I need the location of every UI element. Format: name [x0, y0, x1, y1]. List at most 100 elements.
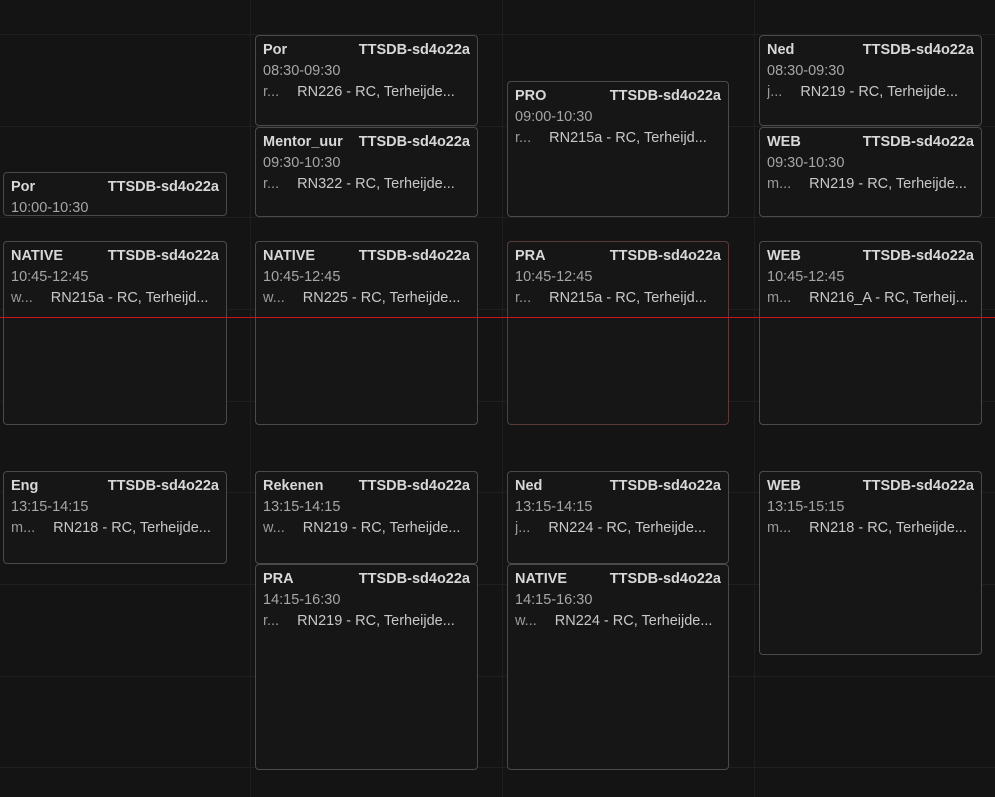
event-teacher: m... [767, 520, 792, 536]
event-room: RN219 - RC, Terheijde... [297, 613, 455, 629]
event-title: PRO [515, 88, 547, 104]
event-time: 10:45-12:45 [767, 269, 845, 285]
event-card[interactable]: Mentor_uur TTSDB-sd4o22a 09:30-10:30 r...… [255, 127, 478, 217]
event-class: TTSDB-sd4o22a [609, 88, 721, 104]
event-room: RN224 - RC, Terheijde... [548, 520, 706, 536]
event-time: 10:45-12:45 [263, 269, 341, 285]
event-class: TTSDB-sd4o22a [358, 248, 470, 264]
event-time: 08:30-09:30 [263, 63, 341, 79]
event-class: TTSDB-sd4o22a [609, 571, 721, 587]
event-class: TTSDB-sd4o22a [107, 248, 219, 264]
event-time: 13:15-14:15 [11, 499, 89, 515]
event-teacher: j... [767, 84, 783, 100]
event-card[interactable]: NATIVE TTSDB-sd4o22a 10:45-12:45 w... RN21… [3, 241, 227, 425]
event-card[interactable]: PRA TTSDB-sd4o22a 10:45-12:45 r... RN215a … [507, 241, 729, 425]
event-card[interactable]: WEB TTSDB-sd4o22a 09:30-10:30 m... RN219 -… [759, 127, 982, 217]
event-class: TTSDB-sd4o22a [358, 478, 470, 494]
event-card[interactable]: Eng TTSDB-sd4o22a 13:15-14:15 m... RN218 -… [3, 471, 227, 564]
event-time: 10:45-12:45 [515, 269, 593, 285]
grid-line [0, 767, 995, 768]
event-teacher: w... [263, 520, 285, 536]
event-teacher: r... [515, 130, 532, 146]
event-title: NATIVE [11, 248, 64, 264]
event-teacher: w... [11, 290, 33, 306]
event-time: 09:00-10:30 [515, 109, 593, 125]
grid-line [250, 0, 251, 797]
event-teacher: j... [515, 520, 531, 536]
event-title: Por [263, 42, 288, 58]
event-class: TTSDB-sd4o22a [862, 42, 974, 58]
event-teacher: m... [767, 176, 792, 192]
event-room: RN226 - RC, Terheijde... [297, 84, 455, 100]
current-time-indicator [0, 317, 995, 318]
event-card[interactable]: WEB TTSDB-sd4o22a 13:15-15:15 m... RN218 -… [759, 471, 982, 655]
event-title: Rekenen [263, 478, 324, 494]
grid-line [0, 217, 995, 218]
event-title: Mentor_uur [263, 134, 343, 150]
event-teacher: m... [11, 520, 36, 536]
event-card[interactable]: NATIVE TTSDB-sd4o22a 14:15-16:30 w... RN22… [507, 564, 729, 770]
event-title: Por [11, 179, 36, 195]
event-card[interactable]: NATIVE TTSDB-sd4o22a 10:45-12:45 w... RN22… [255, 241, 478, 425]
event-card[interactable]: Ned TTSDB-sd4o22a 08:30-09:30 j... RN219 -… [759, 35, 982, 126]
event-title: Ned [515, 478, 543, 494]
event-card[interactable]: Por TTSDB-sd4o22a 08:30-09:30 r... RN226 -… [255, 35, 478, 126]
event-teacher: m... [767, 290, 792, 306]
event-title: NATIVE [515, 571, 568, 587]
event-class: TTSDB-sd4o22a [358, 134, 470, 150]
event-teacher: w... [263, 290, 285, 306]
event-title: WEB [767, 478, 801, 494]
event-class: TTSDB-sd4o22a [862, 248, 974, 264]
event-time: 14:15-16:30 [515, 592, 593, 608]
grid-line [502, 0, 503, 797]
event-title: WEB [767, 248, 801, 264]
event-class: TTSDB-sd4o22a [862, 134, 974, 150]
event-teacher: w... [515, 613, 537, 629]
event-time: 09:30-10:30 [767, 155, 845, 171]
event-class: TTSDB-sd4o22a [358, 571, 470, 587]
event-card[interactable]: Rekenen TTSDB-sd4o22a 13:15-14:15 w... RN2… [255, 471, 478, 564]
event-class: TTSDB-sd4o22a [107, 478, 219, 494]
event-class: TTSDB-sd4o22a [609, 248, 721, 264]
event-card[interactable]: Por TTSDB-sd4o22a 10:00-10:30 [3, 172, 227, 216]
event-time: 14:15-16:30 [263, 592, 341, 608]
event-title: Eng [11, 478, 39, 494]
grid-line [0, 676, 995, 677]
event-room: RN219 - RC, Terheijde... [302, 520, 461, 536]
event-title: NATIVE [263, 248, 316, 264]
event-room: RN322 - RC, Terheijde... [297, 176, 455, 192]
event-time: 10:45-12:45 [11, 269, 89, 285]
event-teacher: r... [263, 84, 280, 100]
event-class: TTSDB-sd4o22a [107, 179, 219, 195]
event-title: Ned [767, 42, 795, 58]
event-time: 13:15-15:15 [767, 499, 845, 515]
event-room: RN216_A - RC, Terheij... [809, 290, 968, 306]
event-time: 09:30-10:30 [263, 155, 341, 171]
event-room: RN224 - RC, Terheijde... [554, 613, 713, 629]
event-teacher: r... [263, 176, 280, 192]
event-time: 13:15-14:15 [263, 499, 341, 515]
event-title: WEB [767, 134, 801, 150]
event-room: RN215a - RC, Terheijd... [549, 130, 707, 146]
event-room: RN215a - RC, Terheijd... [549, 290, 707, 306]
event-room: RN219 - RC, Terheijde... [800, 84, 958, 100]
event-time: 08:30-09:30 [767, 63, 845, 79]
event-room: RN219 - RC, Terheijde... [809, 176, 967, 192]
event-teacher: r... [263, 613, 280, 629]
event-card[interactable]: PRA TTSDB-sd4o22a 14:15-16:30 r... RN219 -… [255, 564, 478, 770]
event-title: PRA [263, 571, 294, 587]
event-room: RN215a - RC, Terheijd... [50, 290, 209, 306]
event-card[interactable]: WEB TTSDB-sd4o22a 10:45-12:45 m... RN216_A… [759, 241, 982, 425]
event-teacher: r... [515, 290, 532, 306]
event-room: RN225 - RC, Terheijde... [302, 290, 461, 306]
event-class: TTSDB-sd4o22a [609, 478, 721, 494]
event-class: TTSDB-sd4o22a [862, 478, 974, 494]
event-card[interactable]: PRO TTSDB-sd4o22a 09:00-10:30 r... RN215a … [507, 81, 729, 217]
event-time: 10:00-10:30 [11, 200, 89, 216]
event-room: RN218 - RC, Terheijde... [53, 520, 211, 536]
event-time: 13:15-14:15 [515, 499, 593, 515]
event-card[interactable]: Ned TTSDB-sd4o22a 13:15-14:15 j... RN224 -… [507, 471, 729, 564]
event-class: TTSDB-sd4o22a [358, 42, 470, 58]
event-title: PRA [515, 248, 546, 264]
grid-line [754, 0, 755, 797]
